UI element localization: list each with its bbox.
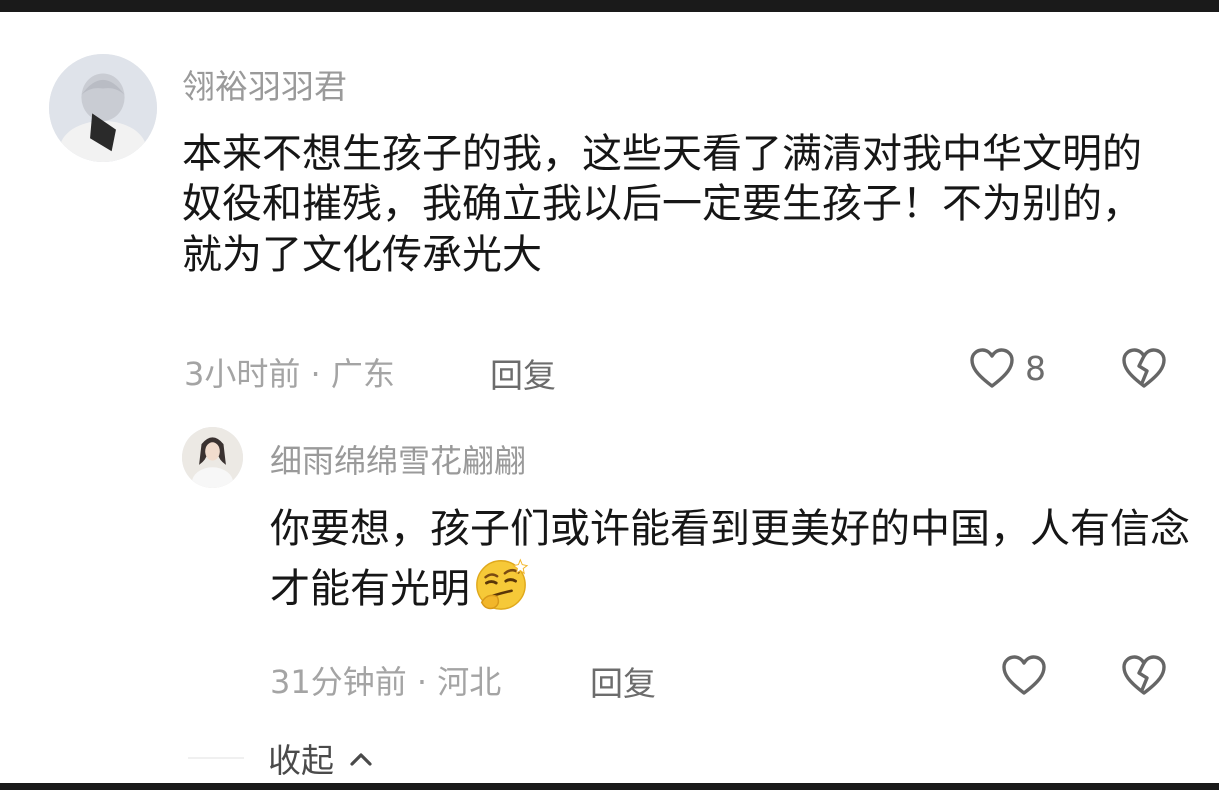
avatar[interactable]: [49, 54, 157, 162]
reply-like-button[interactable]: [1000, 652, 1048, 700]
dislike-button[interactable]: [1120, 345, 1168, 393]
broken-heart-icon: [1122, 348, 1166, 388]
avatar-image: [182, 427, 243, 488]
comment-thread-panel: 翎裕羽羽君 本来不想生孩子的我，这些天看了满清对我中华文明的奴役和摧残，我确立我…: [0, 12, 1219, 783]
reply-text: 你要想，孩子们或许能看到更美好的中国，人有信念才能有光明: [270, 506, 1190, 613]
comment-username[interactable]: 翎裕羽羽君: [182, 60, 347, 108]
reply-button[interactable]: 回复: [490, 349, 556, 397]
like-count: 8: [1025, 349, 1046, 388]
collapse-replies-button[interactable]: 收起: [268, 734, 375, 782]
comment-text: 本来不想生孩子的我，这些天看了满清对我中华文明的奴役和摧残，我确立我以后一定要生…: [182, 131, 1142, 278]
collapse-label: 收起: [268, 741, 334, 780]
reply-avatar[interactable]: [182, 427, 243, 488]
smirk-emoji-icon: [476, 558, 529, 611]
like-button[interactable]: [968, 345, 1016, 393]
broken-heart-icon: [1122, 655, 1166, 695]
reply-dislike-button[interactable]: [1120, 652, 1168, 700]
heart-icon: [970, 348, 1014, 388]
heart-icon: [1002, 655, 1046, 695]
reply-reply-button[interactable]: 回复: [590, 657, 656, 705]
reply-text-container: 你要想，孩子们或许能看到更美好的中国，人有信念才能有光明: [270, 504, 1190, 615]
chevron-up-icon: [349, 753, 372, 766]
reply-meta: 31分钟前 · 河北: [270, 663, 502, 701]
reply-username[interactable]: 细雨绵绵雪花翩翩: [270, 436, 526, 482]
comment-meta: 3小时前 · 广东: [184, 355, 395, 393]
divider: [188, 757, 244, 759]
avatar-image: [49, 54, 157, 162]
